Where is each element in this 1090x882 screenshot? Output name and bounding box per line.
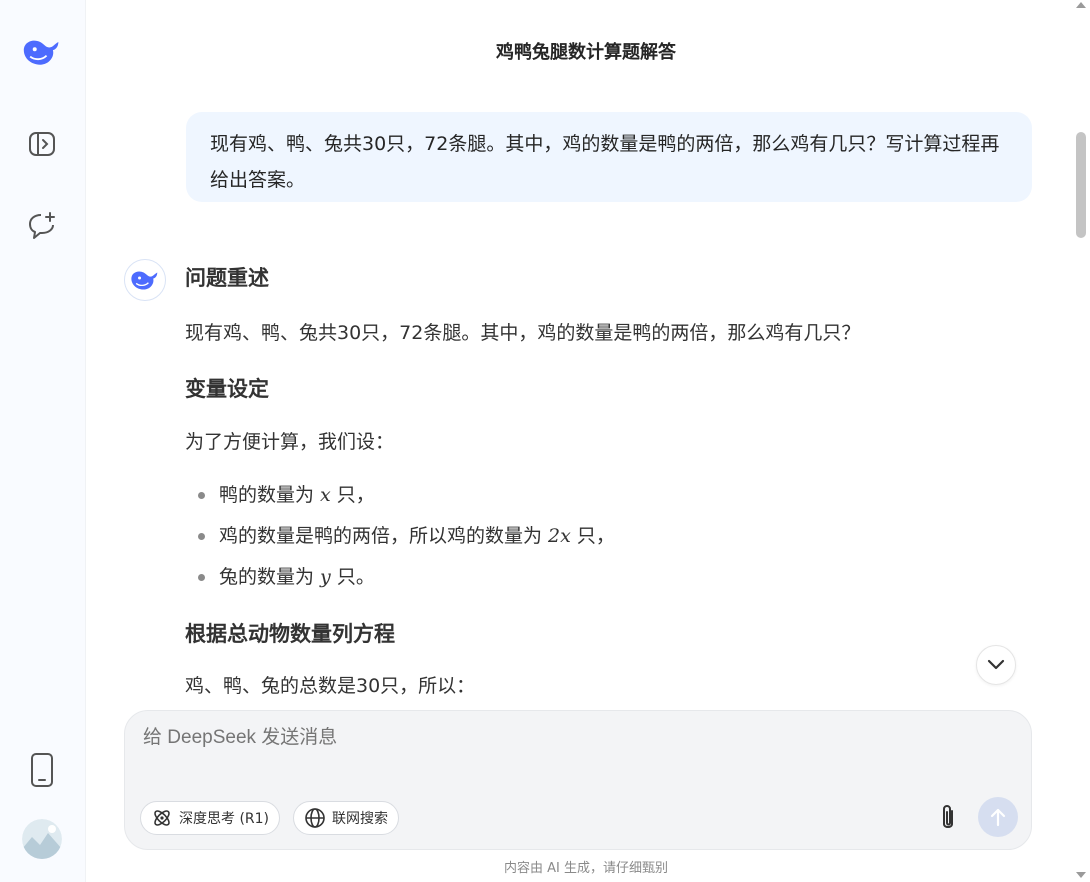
scroll-to-bottom-button[interactable] <box>976 645 1016 685</box>
new-chat-icon[interactable] <box>22 206 62 246</box>
answer-paragraph: 鸡、鸭、兔的总数是30只，所以： <box>185 675 476 697</box>
list-item: 鸭的数量为 x 只， <box>185 478 615 519</box>
list-item: 兔的数量为 y 只。 <box>185 560 615 601</box>
sidebar-toggle-icon[interactable] <box>22 124 62 164</box>
deep-think-label: 深度思考 (R1) <box>179 811 270 827</box>
answer-paragraph: 现有鸡、鸭、兔共30只，72条腿。其中，鸡的数量是鸭的两倍，那么鸡有几只？ <box>185 322 861 344</box>
ai-disclaimer: 内容由 AI 生成，请仔细甄别 <box>504 861 668 876</box>
scrollbar[interactable] <box>1072 0 1090 882</box>
arrow-up-icon <box>990 808 1006 827</box>
atom-icon <box>154 810 170 826</box>
assistant-avatar-icon <box>124 259 166 301</box>
web-search-button[interactable]: 联网搜索 <box>293 801 399 835</box>
send-button[interactable] <box>978 797 1018 837</box>
chat-title: 鸡鸭兔腿数计算题解答 <box>496 42 676 63</box>
variable-list: 鸭的数量为 x 只， 鸡的数量是鸭的两倍，所以鸡的数量为 2x 只， 兔的数量为… <box>185 478 615 601</box>
scroll-up-arrow-icon[interactable] <box>1076 2 1086 8</box>
web-search-label: 联网搜索 <box>332 811 388 827</box>
deepseek-logo-icon[interactable] <box>22 32 62 72</box>
attach-file-button[interactable] <box>931 801 965 835</box>
chevron-down-icon <box>987 659 1005 670</box>
message-input[interactable] <box>143 727 1003 749</box>
list-item: 鸡的数量是鸭的两倍，所以鸡的数量为 2x 只， <box>185 519 615 560</box>
answer-paragraph: 为了方便计算，我们设： <box>185 431 395 453</box>
globe-icon <box>305 808 325 828</box>
user-message-bubble: 现有鸡、鸭、兔共30只，72条腿。其中，鸡的数量是鸭的两倍，那么鸡有几只？写计算… <box>186 112 1032 202</box>
scrollbar-thumb[interactable] <box>1076 132 1086 238</box>
answer-heading: 变量设定 <box>185 377 269 401</box>
user-avatar[interactable] <box>22 819 62 859</box>
deep-think-button[interactable]: 深度思考 (R1) <box>140 801 281 835</box>
scroll-down-arrow-icon[interactable] <box>1076 872 1086 878</box>
message-composer: 深度思考 (R1) 联网搜索 <box>124 710 1032 850</box>
mobile-app-icon[interactable] <box>22 750 62 790</box>
paperclip-icon <box>943 805 953 828</box>
sidebar <box>0 0 86 882</box>
answer-heading: 根据总动物数量列方程 <box>185 622 395 646</box>
answer-heading: 问题重述 <box>185 266 269 290</box>
main-content: 鸡鸭兔腿数计算题解答 现有鸡、鸭、兔共30只，72条腿。其中，鸡的数量是鸭的两倍… <box>86 0 1072 882</box>
